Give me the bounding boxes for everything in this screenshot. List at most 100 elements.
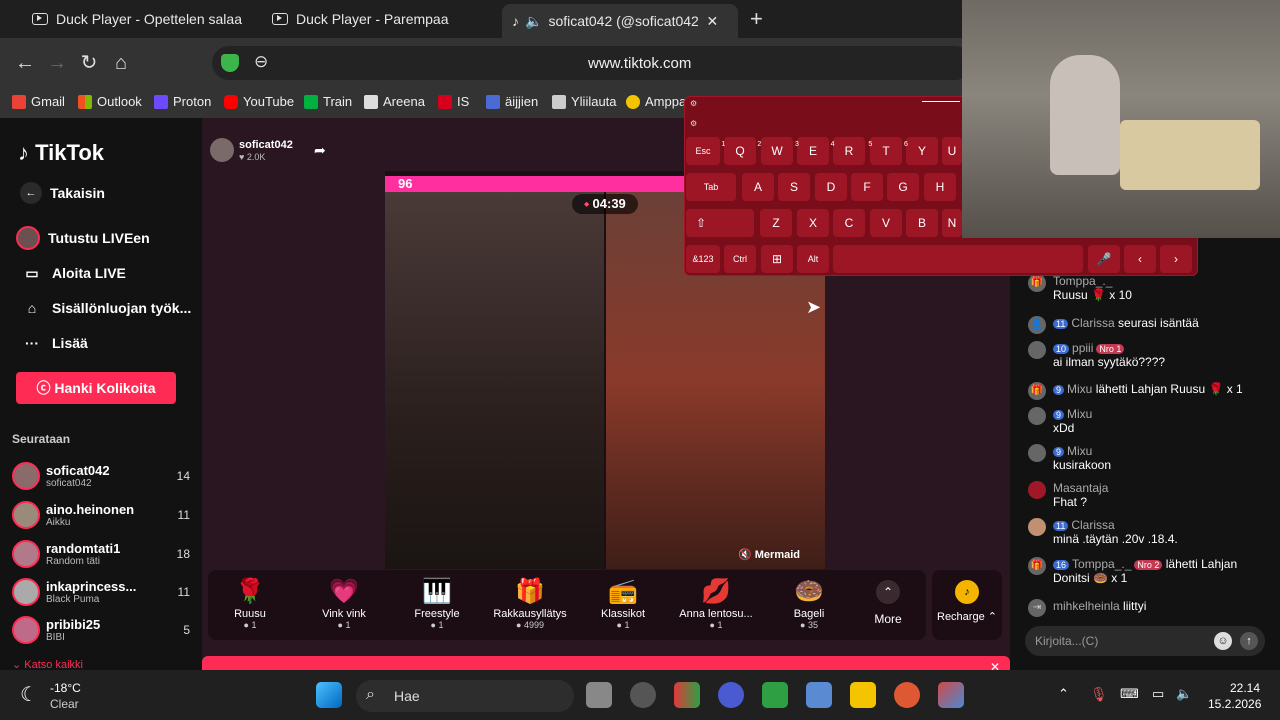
- key-c[interactable]: C: [833, 209, 865, 237]
- sidebar-item-creator-tools[interactable]: ⌂ Sisällönluojan työk...: [20, 296, 191, 320]
- share-icon[interactable]: ➦: [314, 142, 326, 159]
- following-item[interactable]: soficat042 soficat042 14: [12, 459, 190, 493]
- new-tab-button[interactable]: +: [750, 6, 763, 32]
- folder-icon[interactable]: [850, 682, 876, 708]
- gift-item[interactable]: 🌹 Ruusu ● 1: [208, 576, 292, 630]
- clock-date[interactable]: 15.2.2026: [1208, 697, 1261, 711]
- forward-icon[interactable]: →: [44, 50, 70, 76]
- get-coins-button[interactable]: ⓒ Hanki Kolikoita: [16, 372, 176, 404]
- key-esc[interactable]: Esc: [686, 137, 720, 165]
- sidebar-item-go-live[interactable]: ▭ Aloita LIVE: [20, 261, 126, 285]
- key-shift[interactable]: ⇧: [686, 209, 754, 237]
- gift-item[interactable]: 💗 Vink vink ● 1: [302, 576, 386, 630]
- key-h[interactable]: H: [924, 173, 956, 201]
- bookmark-areena[interactable]: Areena: [364, 94, 425, 109]
- key-t[interactable]: 5T: [868, 137, 902, 165]
- key-n[interactable]: N: [942, 209, 962, 237]
- bookmark-is[interactable]: IS: [438, 94, 469, 109]
- promo-banner[interactable]: [202, 656, 1010, 670]
- bookmark-youtube[interactable]: YouTube: [224, 94, 294, 109]
- tab-duck-1[interactable]: Duck Player - Opettelen salaa: [22, 4, 262, 34]
- windows-icon[interactable]: ⊞: [761, 245, 793, 273]
- microphone-icon[interactable]: 🎤: [1088, 245, 1120, 273]
- shield-icon[interactable]: [221, 54, 239, 72]
- send-icon[interactable]: ↑: [1240, 632, 1258, 650]
- key-f[interactable]: F: [851, 173, 883, 201]
- key-left[interactable]: ‹: [1124, 245, 1156, 273]
- sidebar-item-explore-live[interactable]: Tutustu LIVEen: [16, 226, 150, 250]
- key-symbols[interactable]: &123: [686, 245, 720, 273]
- bookmark-train[interactable]: Train: [304, 94, 352, 109]
- zoom-icon[interactable]: ⊖: [254, 52, 268, 72]
- key-s[interactable]: S: [778, 173, 810, 201]
- key-q[interactable]: 1Q: [721, 137, 756, 165]
- app-icon[interactable]: [938, 682, 964, 708]
- key-v[interactable]: V: [870, 209, 902, 237]
- following-item[interactable]: aino.heinonen Aikku 11: [12, 498, 190, 532]
- weather-desc[interactable]: Clear: [50, 697, 79, 711]
- host-name[interactable]: soficat042: [239, 139, 293, 151]
- key-y[interactable]: 6Y: [904, 137, 938, 165]
- chevron-up-icon[interactable]: ⌃: [1058, 686, 1069, 702]
- tab-tiktok[interactable]: ♪ 🔈 soficat042 (@soficat042) o ✕: [502, 4, 738, 38]
- home-icon[interactable]: ⌂: [108, 50, 134, 76]
- clock-time[interactable]: 22.14: [1230, 681, 1260, 695]
- key-b[interactable]: B: [906, 209, 938, 237]
- keyboard-settings-icon[interactable]: ⚙: [690, 119, 697, 128]
- bookmark-proton[interactable]: Proton: [154, 94, 211, 109]
- app-icon[interactable]: [630, 682, 656, 708]
- guest-label[interactable]: 🔇 Mermaid: [738, 548, 800, 561]
- key-g[interactable]: G: [887, 173, 919, 201]
- taskbar-search[interactable]: Hae: [356, 680, 574, 712]
- gift-item[interactable]: 📻 Klassikot ● 1: [581, 576, 665, 630]
- tab-duck-2[interactable]: Duck Player - Parempaa: [262, 4, 500, 34]
- bookmark-outlook[interactable]: Outlook: [78, 94, 142, 109]
- reload-icon[interactable]: ↻: [76, 50, 102, 76]
- gift-item[interactable]: 🍩 Bageli ● 35: [767, 576, 851, 630]
- settings-icon[interactable]: ⚙: [690, 99, 697, 108]
- key-a[interactable]: A: [742, 173, 774, 201]
- url-text[interactable]: www.tiktok.com: [588, 55, 691, 72]
- recharge-button[interactable]: ♪ Recharge ⌃: [932, 570, 1002, 640]
- app-icon[interactable]: [674, 682, 700, 708]
- key-r[interactable]: 4R: [831, 137, 865, 165]
- back-icon[interactable]: ←: [12, 50, 38, 76]
- key-x[interactable]: X: [797, 209, 829, 237]
- more-gifts-button[interactable]: ⌃ More: [862, 580, 914, 626]
- following-item[interactable]: inkaprincess... Black Puma 11: [12, 575, 190, 609]
- bookmark-amppa[interactable]: Amppa: [626, 94, 686, 109]
- key-z[interactable]: Z: [760, 209, 792, 237]
- key-right[interactable]: ›: [1160, 245, 1192, 273]
- sidebar-item-more[interactable]: ··· Lisää: [20, 331, 88, 355]
- task-view-icon[interactable]: [586, 682, 612, 708]
- key-d[interactable]: D: [815, 173, 847, 201]
- video-left-participant[interactable]: [385, 192, 604, 569]
- following-item[interactable]: randomtati1 Random täti 18: [12, 537, 190, 571]
- key-alt[interactable]: Alt: [797, 245, 829, 273]
- duckduckgo-icon[interactable]: [894, 682, 920, 708]
- gift-item[interactable]: 💋 Anna lentosu... ● 1: [674, 576, 758, 630]
- gift-item[interactable]: 🎁 Rakkausyllätys ● 4999: [488, 576, 572, 630]
- key-tab[interactable]: Tab: [686, 173, 736, 201]
- following-item[interactable]: pribibi25 BIBI 5: [12, 613, 190, 647]
- key-u[interactable]: U: [942, 137, 962, 165]
- bookmark-aijjien[interactable]: äijjien: [486, 94, 538, 109]
- calculator-icon[interactable]: [806, 682, 832, 708]
- windows-start-icon[interactable]: [316, 682, 342, 708]
- key-w[interactable]: 2W: [757, 137, 793, 165]
- emoji-icon[interactable]: ☺: [1214, 632, 1232, 650]
- app-icon[interactable]: [762, 682, 788, 708]
- weather-temp[interactable]: -18°C: [50, 681, 81, 695]
- key-ctrl[interactable]: Ctrl: [724, 245, 756, 273]
- network-icon[interactable]: ▭: [1152, 686, 1164, 702]
- tiktok-logo[interactable]: ♪ TikTok: [18, 140, 104, 166]
- keyboard-icon[interactable]: ⌨: [1120, 686, 1139, 702]
- bookmark-gmail[interactable]: Gmail: [12, 94, 65, 109]
- speaker-icon[interactable]: 🔈: [1176, 686, 1192, 702]
- gift-item[interactable]: 🎹 Freestyle ● 1: [395, 576, 479, 630]
- close-icon[interactable]: ✕: [706, 13, 718, 30]
- back-button[interactable]: ← Takaisin: [20, 182, 105, 204]
- host-avatar[interactable]: [210, 138, 234, 162]
- bookmark-yliilauta[interactable]: Yliilauta: [552, 94, 617, 109]
- key-e[interactable]: 3E: [795, 137, 829, 165]
